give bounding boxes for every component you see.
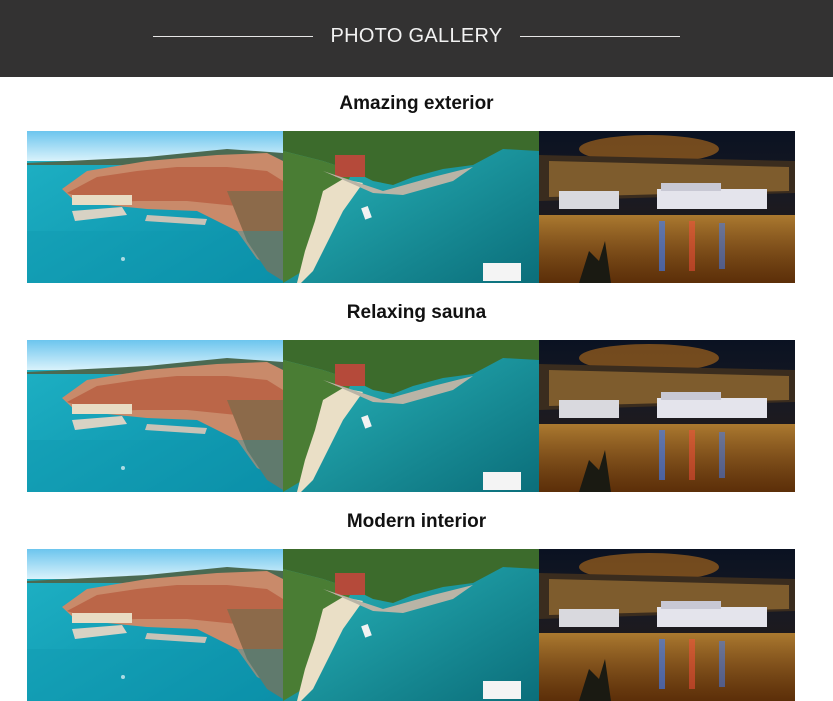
photo-tile[interactable]	[283, 131, 539, 283]
photo-tile[interactable]	[27, 549, 283, 701]
beach-aerial-photo	[283, 549, 539, 701]
gallery-header: PHOTO GALLERY	[0, 0, 833, 77]
photo-tile[interactable]	[283, 340, 539, 492]
harbor-night-photo	[539, 549, 795, 701]
photo-tile[interactable]	[27, 340, 283, 492]
section-title: Amazing exterior	[339, 93, 494, 114]
old-town-coast-photo	[27, 131, 283, 283]
photo-row	[27, 340, 795, 492]
beach-aerial-photo	[283, 131, 539, 283]
photo-tile[interactable]	[27, 131, 283, 283]
harbor-night-photo	[539, 340, 795, 492]
old-town-coast-photo	[27, 340, 283, 492]
section-title: Relaxing sauna	[346, 302, 487, 323]
photo-row	[27, 549, 795, 701]
photo-tile[interactable]	[283, 549, 539, 701]
harbor-night-photo	[539, 131, 795, 283]
gallery-title: PHOTO GALLERY	[330, 25, 503, 47]
header-left-rule	[153, 36, 314, 37]
section-title: Modern interior	[346, 511, 487, 532]
photo-tile[interactable]	[539, 549, 795, 701]
header-right-rule	[519, 36, 680, 37]
beach-aerial-photo	[283, 340, 539, 492]
photo-tile[interactable]	[539, 131, 795, 283]
photo-tile[interactable]	[539, 340, 795, 492]
old-town-coast-photo	[27, 549, 283, 701]
photo-row	[27, 131, 795, 283]
